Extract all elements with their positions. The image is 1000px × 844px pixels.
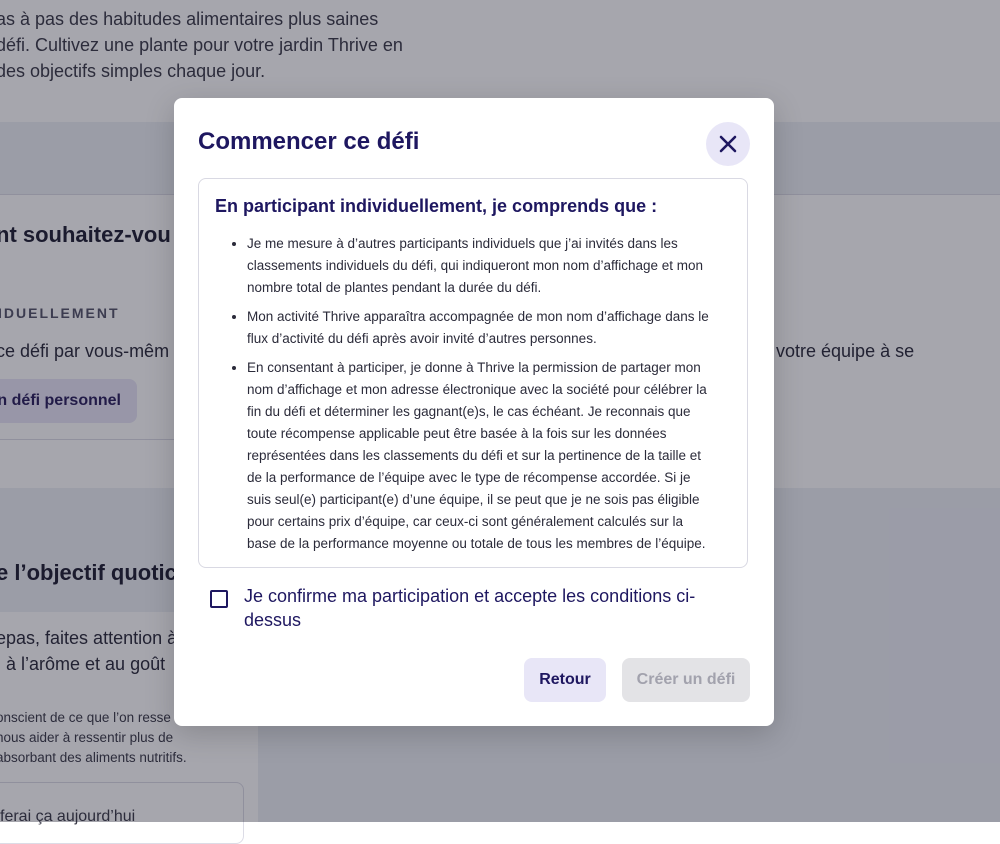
terms-item: Mon activité Thrive apparaîtra accompagn…: [247, 306, 735, 350]
terms-line: pour certains prix d’équipe, car ceux-ci…: [247, 514, 683, 529]
back-button[interactable]: Retour: [524, 658, 606, 702]
terms-list: Je me mesure à d’autres participants ind…: [215, 233, 735, 562]
terms-item: En consentant à participer, je donne à T…: [247, 357, 735, 555]
terms-line: suis seul(e) participant(e) d’une équipe…: [247, 492, 700, 507]
terms-line: de la performance de l’équipe avec le ty…: [247, 470, 691, 485]
terms-line: représentées dans les classements du déf…: [247, 448, 702, 463]
close-button[interactable]: [706, 122, 750, 166]
terms-box: En participant individuellement, je comp…: [198, 178, 748, 568]
terms-line: base de la performance moyenne ou totale…: [247, 536, 706, 551]
confirm-label[interactable]: Je confirme ma participation et accepte …: [244, 584, 734, 632]
terms-line: toute récompense applicable peut être ba…: [247, 426, 667, 441]
confirm-label-line: Je confirme ma participation et accepte …: [244, 586, 696, 606]
terms-line: En consentant à participer, je donne à T…: [247, 360, 701, 375]
terms-item: Je me mesure à d’autres participants ind…: [247, 233, 735, 299]
terms-line: flux d’activité du défi après avoir invi…: [247, 331, 597, 346]
terms-line: Mon activité Thrive apparaîtra accompagn…: [247, 309, 709, 324]
confirm-checkbox[interactable]: [210, 590, 228, 608]
terms-line: fin du défi et déterminer les gagnant(e)…: [247, 404, 691, 419]
close-icon: [719, 135, 737, 153]
dialog-title: Commencer ce défi: [198, 128, 420, 155]
start-challenge-dialog: Commencer ce défi En participant individ…: [174, 98, 774, 726]
terms-line: classements individuels du défi, qui ind…: [247, 258, 704, 273]
create-challenge-button[interactable]: Créer un défi: [622, 658, 750, 702]
terms-line: nombre total de plantes pendant la durée…: [247, 280, 542, 295]
terms-line: Je me mesure à d’autres participants ind…: [247, 236, 678, 251]
confirm-label-line: dessus: [244, 610, 302, 630]
terms-heading: En participant individuellement, je comp…: [215, 196, 658, 216]
terms-line: nom d’affichage et mon adresse électroni…: [247, 382, 707, 397]
